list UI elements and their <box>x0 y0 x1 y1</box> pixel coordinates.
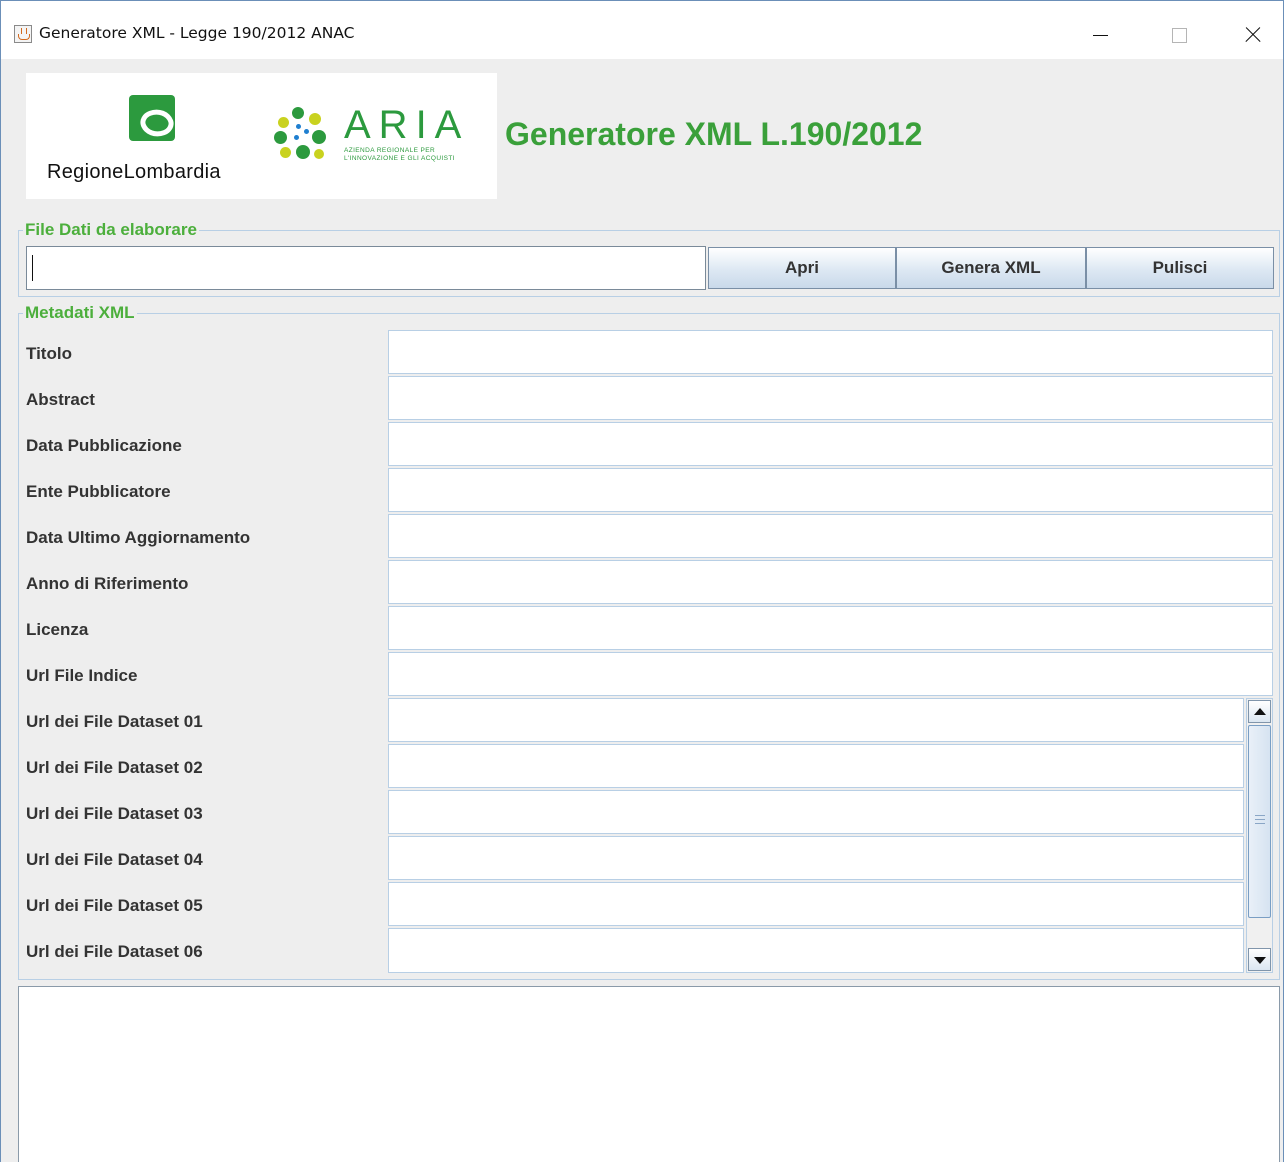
field-label-url-file-indice: Url File Indice <box>26 666 138 685</box>
field-input-data-ultimo-aggiornamento[interactable] <box>388 514 1273 558</box>
minimize-button[interactable] <box>1076 11 1122 51</box>
field-input-dataset-03[interactable] <box>388 790 1244 834</box>
field-label-data-ultimo-aggiornamento: Data Ultimo Aggiornamento <box>26 528 251 547</box>
file-path-input[interactable] <box>26 246 706 290</box>
field-input-url-file-indice[interactable] <box>388 652 1273 696</box>
field-label-anno-di-riferimento: Anno di Riferimento <box>26 574 189 593</box>
field-label-dataset-03: Url dei File Dataset 03 <box>26 804 203 823</box>
clear-button[interactable]: Pulisci <box>1086 247 1274 289</box>
field-label-dataset-01: Url dei File Dataset 01 <box>26 712 203 731</box>
app-window: Generatore XML - Legge 190/2012 ANAC Reg… <box>0 0 1284 1162</box>
output-log-area[interactable] <box>18 986 1280 1162</box>
aria-logo-dots-icon <box>274 107 328 163</box>
regione-lombardia-logo-icon <box>129 95 175 141</box>
field-label-dataset-02: Url dei File Dataset 02 <box>26 758 203 777</box>
field-label-data-pubblicazione: Data Pubblicazione <box>26 436 182 455</box>
field-input-ente-pubblicatore[interactable] <box>388 468 1273 512</box>
field-label-dataset-04: Url dei File Dataset 04 <box>26 850 203 869</box>
java-app-icon <box>14 25 32 43</box>
field-label-abstract: Abstract <box>26 390 95 409</box>
regione-lombardia-logo-text: RegioneLombardia <box>47 161 221 183</box>
field-input-licenza[interactable] <box>388 606 1273 650</box>
aria-logo-text: ARIA <box>344 103 470 147</box>
text-caret <box>32 255 33 281</box>
aria-logo-subtitle: AZIENDA REGIONALE PER L'INNOVAZIONE E GL… <box>344 147 455 163</box>
field-input-dataset-01[interactable] <box>388 698 1244 742</box>
dataset-scrollbar[interactable] <box>1246 698 1273 973</box>
logo-panel: RegioneLombardia ARIA AZIENDA REGIONALE … <box>26 73 497 199</box>
field-label-dataset-05: Url dei File Dataset 05 <box>26 896 203 915</box>
app-heading: Generatore XML L.190/2012 <box>505 116 923 152</box>
field-input-abstract[interactable] <box>388 376 1273 420</box>
field-input-dataset-05[interactable] <box>388 882 1244 926</box>
close-button[interactable] <box>1229 11 1275 51</box>
field-label-dataset-06: Url dei File Dataset 06 <box>26 942 203 961</box>
field-input-titolo[interactable] <box>388 330 1273 374</box>
field-input-dataset-04[interactable] <box>388 836 1244 880</box>
field-input-dataset-02[interactable] <box>388 744 1244 788</box>
generate-xml-button[interactable]: Genera XML <box>896 247 1086 289</box>
aria-logo-subtitle-line-1: AZIENDA REGIONALE PER <box>344 147 436 154</box>
scroll-up-arrow-icon[interactable] <box>1248 700 1271 723</box>
file-section-legend: File Dati da elaborare <box>23 220 199 240</box>
field-label-ente-pubblicatore: Ente Pubblicatore <box>26 482 171 501</box>
open-button[interactable]: Apri <box>708 247 896 289</box>
window-title: Generatore XML - Legge 190/2012 ANAC <box>39 24 355 42</box>
field-input-dataset-06[interactable] <box>388 928 1244 973</box>
aria-logo-subtitle-line-2: L'INNOVAZIONE E GLI ACQUISTI <box>344 155 455 162</box>
field-label-licenza: Licenza <box>26 620 89 639</box>
field-input-data-pubblicazione[interactable] <box>388 422 1273 466</box>
metadata-section-legend: Metadati XML <box>23 303 137 323</box>
scrollbar-grip-icon <box>1255 815 1265 824</box>
maximize-button[interactable] <box>1154 11 1200 51</box>
scrollbar-thumb[interactable] <box>1248 725 1271 918</box>
field-input-anno-di-riferimento[interactable] <box>388 560 1273 604</box>
scroll-down-arrow-icon[interactable] <box>1248 948 1271 971</box>
title-bar[interactable]: Generatore XML - Legge 190/2012 ANAC <box>1 1 1283 59</box>
field-label-titolo: Titolo <box>26 344 72 363</box>
